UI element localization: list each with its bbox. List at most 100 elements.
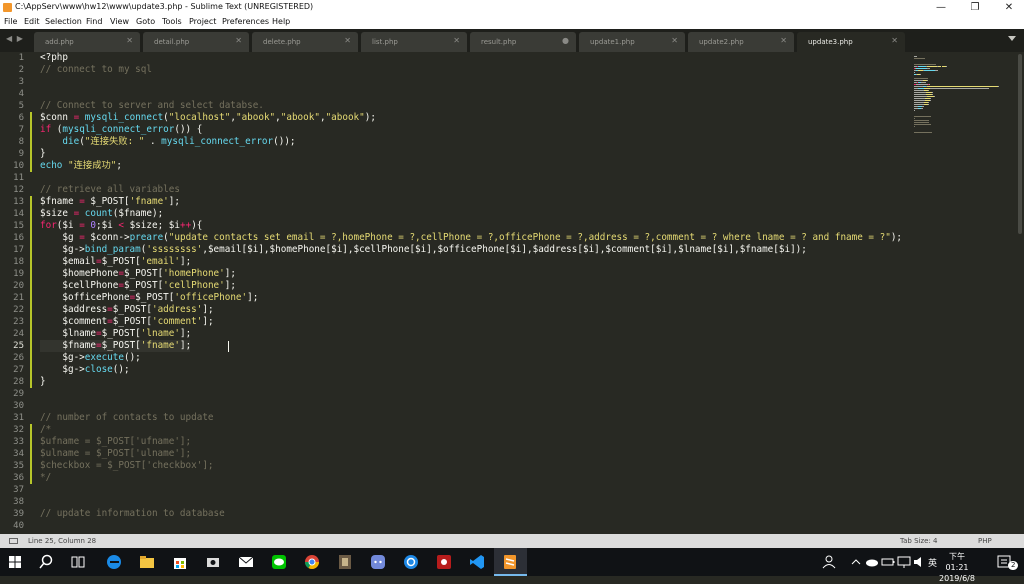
- system-clock[interactable]: 下午 01:21 2019/6/8: [938, 551, 976, 584]
- tab-close-icon[interactable]: ✕: [671, 36, 678, 45]
- tab-list[interactable]: list.php ✕: [361, 32, 467, 52]
- app-icon[interactable]: [335, 552, 355, 572]
- minimize-button[interactable]: —: [926, 0, 956, 15]
- line-number: 7: [18, 125, 24, 135]
- edge-browser-icon[interactable]: [104, 552, 124, 572]
- tab-dropdown-icon[interactable]: [1008, 36, 1016, 41]
- tab-add[interactable]: add.php ✕: [34, 32, 140, 52]
- code-editor[interactable]: 1 2 3 4 5 6 7 8 9 10 11 12 13 14 15 16 1…: [0, 52, 910, 534]
- tab-result[interactable]: result.php ●: [470, 32, 576, 52]
- menu-selection[interactable]: Selection: [45, 17, 82, 26]
- task-view-icon[interactable]: [68, 552, 88, 572]
- discord-icon[interactable]: [368, 552, 388, 572]
- code-line[interactable]: // number of contacts to update: [40, 412, 214, 424]
- scrollbar-thumb[interactable]: [1018, 54, 1022, 234]
- vertical-scrollbar[interactable]: [1016, 52, 1024, 534]
- syntax-mode[interactable]: PHP: [978, 537, 992, 545]
- tab-update2[interactable]: update2.php ✕: [688, 32, 794, 52]
- line-number: 12: [13, 185, 24, 195]
- code-line[interactable]: if (mysqli_connect_error()) {: [40, 124, 202, 136]
- tab-size[interactable]: Tab Size: 4: [900, 537, 937, 545]
- code-line[interactable]: // update information to database: [40, 508, 225, 520]
- tab-nav-arrows[interactable]: ◀ ▶: [6, 34, 24, 43]
- menu-find[interactable]: Find: [86, 17, 102, 26]
- minimap-stroke: [927, 90, 929, 91]
- tab-close-icon[interactable]: ✕: [453, 36, 460, 45]
- code-line[interactable]: $fname = $_POST['fname'];: [40, 196, 180, 208]
- search-icon[interactable]: [36, 552, 56, 572]
- code-line[interactable]: $officePhone=$_POST['officePhone'];: [40, 292, 258, 304]
- people-icon[interactable]: [820, 552, 840, 572]
- tab-label: update1.php: [590, 38, 635, 46]
- code-line[interactable]: $email=$_POST['email'];: [40, 256, 191, 268]
- chrome-icon[interactable]: [302, 552, 322, 572]
- menu-file[interactable]: File: [4, 17, 17, 26]
- code-line[interactable]: $g->bind_param('ssssssss',$email[$i],$ho…: [40, 244, 806, 256]
- tab-dirty-icon[interactable]: ●: [562, 36, 569, 45]
- line-number: 39: [13, 509, 24, 519]
- windows-start-icon[interactable]: [5, 552, 25, 572]
- code-line[interactable]: $size = count($fname);: [40, 208, 163, 220]
- code-line[interactable]: $cellPhone=$_POST['cellPhone'];: [40, 280, 236, 292]
- code-line[interactable]: }: [40, 376, 46, 388]
- code-line[interactable]: $homePhone=$_POST['homePhone'];: [40, 268, 236, 280]
- minimap[interactable]: [910, 52, 1014, 534]
- game-app-icon[interactable]: [434, 552, 454, 572]
- file-explorer-icon[interactable]: [137, 552, 157, 572]
- tab-close-icon[interactable]: ✕: [235, 36, 242, 45]
- menu-project[interactable]: Project: [189, 17, 216, 26]
- code-line[interactable]: /*: [40, 424, 51, 436]
- code-line[interactable]: <?php: [40, 52, 68, 64]
- volume-icon[interactable]: [910, 552, 930, 572]
- messenger-icon[interactable]: [401, 552, 421, 572]
- menu-goto[interactable]: Goto: [136, 17, 155, 26]
- code-line[interactable]: $ulname = $_POST['ulname'];: [40, 448, 191, 460]
- code-line[interactable]: $conn = mysqli_connect("localhost","aboo…: [40, 112, 376, 124]
- code-line[interactable]: $g->execute();: [40, 352, 140, 364]
- code-line[interactable]: $fname=$_POST['fname'];: [40, 340, 191, 352]
- code-line[interactable]: $g = $conn->preare("update contacts set …: [40, 232, 902, 244]
- maximize-button[interactable]: ❐: [960, 0, 990, 15]
- code-line[interactable]: $comment=$_POST['comment'];: [40, 316, 213, 328]
- line-app-icon[interactable]: [269, 552, 289, 572]
- menu-preferences[interactable]: Preferences: [222, 17, 269, 26]
- tab-detail[interactable]: detail.php ✕: [143, 32, 249, 52]
- store-icon[interactable]: [170, 552, 190, 572]
- minimap-stroke: [927, 68, 930, 69]
- code-line[interactable]: */: [40, 472, 51, 484]
- menu-view[interactable]: View: [110, 17, 129, 26]
- tab-close-icon[interactable]: ✕: [780, 36, 787, 45]
- tab-update1[interactable]: update1.php ✕: [579, 32, 685, 52]
- panel-toggle-icon[interactable]: [9, 538, 18, 544]
- minimap-stroke: [927, 104, 929, 105]
- code-line[interactable]: echo "连接成功";: [40, 160, 122, 172]
- menu-help[interactable]: Help: [272, 17, 290, 26]
- tab-update3[interactable]: update3.php ✕: [797, 32, 905, 52]
- line-number: 27: [13, 365, 24, 375]
- close-button[interactable]: ✕: [994, 0, 1024, 15]
- code-line[interactable]: // retrieve all variables: [40, 184, 180, 196]
- minimap-stroke: [932, 94, 934, 95]
- tab-close-icon[interactable]: ✕: [891, 36, 898, 45]
- tab-close-icon[interactable]: ✕: [344, 36, 351, 45]
- code-line[interactable]: for($i = 0;$i < $size; $i++){: [40, 220, 202, 232]
- code-line[interactable]: $g->close();: [40, 364, 129, 376]
- tab-delete[interactable]: delete.php ✕: [252, 32, 358, 52]
- code-area[interactable]: <?php// connect to my sql // Connect to s…: [40, 52, 910, 534]
- camera-app-icon[interactable]: [203, 552, 223, 572]
- code-line[interactable]: $checkbox = $_POST['checkbox'];: [40, 460, 214, 472]
- sublime-text-taskbar-icon[interactable]: [500, 552, 520, 572]
- menu-tools[interactable]: Tools: [162, 17, 182, 26]
- tab-close-icon[interactable]: ✕: [126, 36, 133, 45]
- code-line[interactable]: $address=$_POST['address'];: [40, 304, 213, 316]
- code-line[interactable]: }: [40, 148, 46, 160]
- code-line[interactable]: // Connect to server and select databse.: [40, 100, 264, 112]
- code-line[interactable]: $lname=$_POST['lname'];: [40, 328, 191, 340]
- input-language[interactable]: 英: [928, 556, 937, 584]
- code-line[interactable]: die("连接失败: " . mysqli_connect_error());: [40, 136, 295, 148]
- code-line[interactable]: // connect to my sql: [40, 64, 152, 76]
- code-line[interactable]: $ufname = $_POST['ufname'];: [40, 436, 191, 448]
- menu-edit[interactable]: Edit: [24, 17, 40, 26]
- vscode-icon[interactable]: [467, 552, 487, 572]
- mail-icon[interactable]: [236, 552, 256, 572]
